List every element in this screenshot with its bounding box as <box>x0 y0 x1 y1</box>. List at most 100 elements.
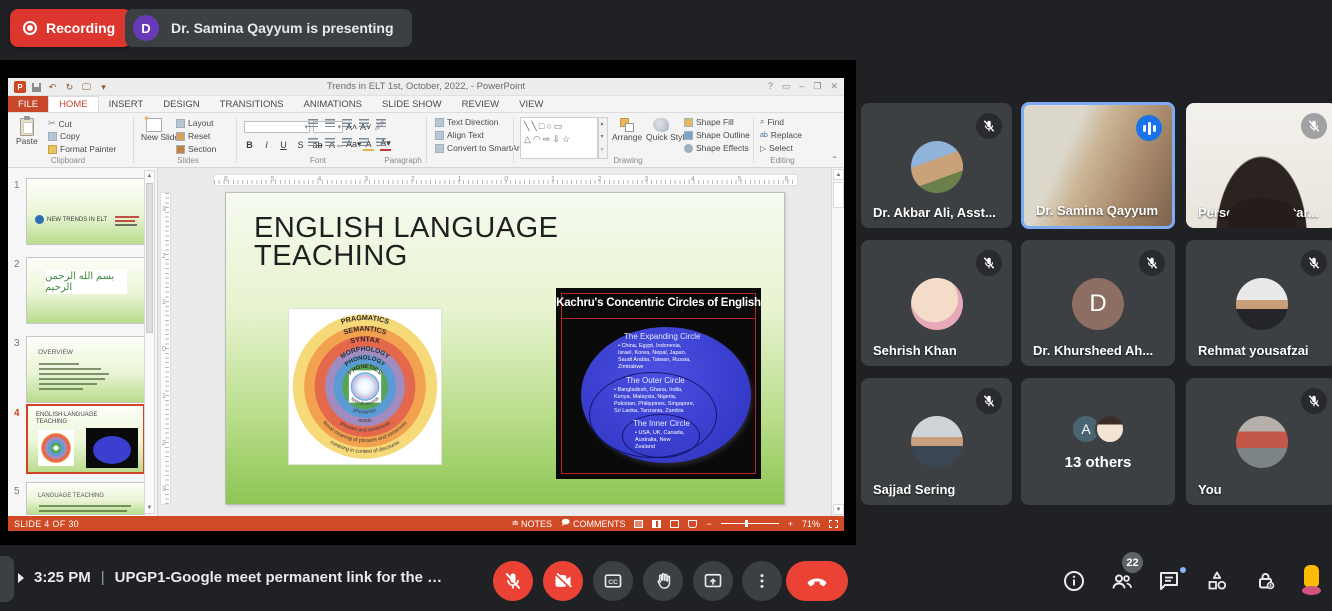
columns-icon[interactable] <box>376 138 386 146</box>
font-name-combobox[interactable] <box>244 121 310 133</box>
close-icon[interactable]: ✕ <box>830 81 838 92</box>
cut-button[interactable]: ✂Cut <box>48 118 72 129</box>
notes-button[interactable]: ≐NOTES <box>512 518 553 529</box>
section-button[interactable]: Section <box>176 144 216 154</box>
linguistics-circles-image[interactable]: PRAGMATICS SEMANTICS SYNTAX MORPHOLOGY P… <box>289 309 441 464</box>
fit-to-window-icon[interactable] <box>829 520 838 528</box>
text-direction-button[interactable]: Text Direction <box>435 117 499 127</box>
chat-button[interactable] <box>1157 569 1181 593</box>
format-painter-button[interactable]: Format Painter <box>48 144 116 154</box>
italic-button[interactable]: I <box>261 140 272 150</box>
reset-button[interactable]: Reset <box>176 131 210 141</box>
host-controls-button[interactable] <box>1254 569 1278 593</box>
participant-tile-secretary[interactable]: Personal Secretar... <box>1186 103 1332 228</box>
thumbnail-slide-5[interactable]: LANGUAGE TEACHING <box>26 482 145 515</box>
tab-transitions[interactable]: TRANSITIONS <box>210 96 294 112</box>
align-center-icon[interactable] <box>325 138 335 146</box>
slideshow-view-icon[interactable] <box>688 520 697 528</box>
tab-review[interactable]: REVIEW <box>452 96 509 112</box>
scrollbar-thumb[interactable] <box>833 182 844 208</box>
select-button[interactable]: ▷Select <box>760 143 793 153</box>
quick-styles-button[interactable]: Quick Styles <box>646 118 676 142</box>
alignment-controls[interactable] <box>308 138 386 146</box>
align-right-icon[interactable] <box>342 138 352 146</box>
restore-icon[interactable]: ❐ <box>813 81 821 92</box>
scroll-up-icon[interactable]: ▲ <box>145 171 154 181</box>
bottom-bar-handle[interactable] <box>0 556 14 602</box>
convert-smartart-button[interactable]: Convert to SmartArt <box>435 143 522 153</box>
decrease-indent-icon[interactable] <box>342 119 352 127</box>
layout-button[interactable]: Layout <box>176 118 214 128</box>
participant-tile-you[interactable]: You <box>1186 378 1332 505</box>
bullets-icon[interactable] <box>308 119 318 127</box>
shape-outline-button[interactable]: Shape Outline <box>684 130 750 140</box>
editor-scrollbar[interactable]: ▲ ▼ <box>831 168 844 516</box>
zoom-slider-handle[interactable] <box>745 520 748 527</box>
slide-title[interactable]: ENGLISH LANGUAGE TEACHING <box>254 215 559 270</box>
shapes-gallery[interactable]: ╲╲□○▭ △◠⇨⇩☆ ▴▾▿ <box>520 117 598 159</box>
kachru-circles-image[interactable]: Kachru's Concentric Circles of English T… <box>556 288 761 479</box>
ribbon-display-icon[interactable]: ▭ <box>782 81 791 92</box>
justify-icon[interactable] <box>359 138 369 146</box>
increase-indent-icon[interactable] <box>359 119 369 127</box>
camera-toggle-button[interactable] <box>543 561 583 601</box>
copy-button[interactable]: Copy <box>48 131 80 141</box>
new-slide-button[interactable]: New Slide <box>141 118 167 142</box>
zoom-slider[interactable] <box>721 523 779 524</box>
underline-button[interactable]: U <box>278 140 289 150</box>
slide-sorter-icon[interactable] <box>652 520 661 528</box>
normal-view-icon[interactable] <box>634 520 643 528</box>
slide-canvas[interactable]: ENGLISH LANGUAGE TEACHING <box>225 192 785 505</box>
zoom-out-icon[interactable]: − <box>706 519 711 529</box>
present-screen-button[interactable] <box>693 561 733 601</box>
zoom-in-icon[interactable]: + <box>788 519 793 529</box>
minimize-icon[interactable]: – <box>799 81 804 92</box>
tab-home[interactable]: HOME <box>48 96 99 112</box>
bold-button[interactable]: B <box>244 140 255 150</box>
thumbnail-slide-2[interactable]: بسم الله الرحمن الرحيم <box>26 257 145 324</box>
help-icon[interactable]: ? <box>768 81 773 92</box>
tab-insert[interactable]: INSERT <box>99 96 154 112</box>
mic-toggle-button[interactable] <box>493 561 533 601</box>
reading-view-icon[interactable] <box>670 520 679 528</box>
thumbnail-slide-1[interactable]: NEW TRENDS IN ELT <box>26 178 145 245</box>
more-options-button[interactable] <box>742 561 782 601</box>
align-text-button[interactable]: Align Text <box>435 130 484 140</box>
arrange-button[interactable]: Arrange <box>612 118 642 142</box>
tab-animations[interactable]: ANIMATIONS <box>294 96 372 112</box>
list-controls[interactable] <box>308 119 386 127</box>
ppt-window-controls[interactable]: ? ▭ – ❐ ✕ <box>768 81 838 92</box>
align-left-icon[interactable] <box>308 138 318 146</box>
line-spacing-icon[interactable] <box>376 119 386 127</box>
meeting-details-button[interactable] <box>1062 569 1086 593</box>
participant-tile-sajjad[interactable]: Sajjad Sering <box>861 378 1012 505</box>
shapes-gallery-scroll[interactable]: ▴▾▿ <box>598 117 608 159</box>
tab-slideshow[interactable]: SLIDE SHOW <box>372 96 452 112</box>
find-button[interactable]: ⌕Find <box>760 117 784 127</box>
participant-tile-khursheed[interactable]: D Dr. Khursheed Ah... <box>1021 240 1175 366</box>
captions-button[interactable]: CC <box>593 561 633 601</box>
numbering-icon[interactable] <box>325 119 335 127</box>
thumbnail-scrollbar[interactable]: ▲ ▼ <box>144 170 155 514</box>
end-call-button[interactable] <box>786 561 848 601</box>
thumbnail-slide-4-selected[interactable]: ENGLISH LANGUAGE TEACHING <box>26 404 145 474</box>
participant-tile-samina-speaking[interactable]: Dr. Samina Qayyum <box>1021 102 1175 229</box>
replace-button[interactable]: abReplace <box>760 130 802 140</box>
tab-view[interactable]: VIEW <box>509 96 553 112</box>
activities-button[interactable] <box>1205 569 1229 593</box>
shape-fill-button[interactable]: Shape Fill <box>684 117 734 127</box>
collapse-ribbon-icon[interactable]: ⌃ <box>831 155 838 164</box>
thumbnail-slide-3[interactable]: OVERVIEW <box>26 336 145 403</box>
tab-design[interactable]: DESIGN <box>153 96 209 112</box>
participant-tile-akbar[interactable]: Dr. Akbar Ali, Asst... <box>861 103 1012 228</box>
scrollbar-thumb[interactable] <box>146 183 153 333</box>
participant-tile-sehrish[interactable]: Sehrish Khan <box>861 240 1012 366</box>
scroll-up-icon[interactable]: ▲ <box>833 169 844 180</box>
tab-file[interactable]: FILE <box>8 96 48 112</box>
scroll-down-icon[interactable]: ▼ <box>145 503 154 513</box>
participant-tile-rehmat[interactable]: Rehmat yousafzai <box>1186 240 1332 366</box>
shape-effects-button[interactable]: Shape Effects <box>684 143 749 153</box>
comments-button[interactable]: 🗩COMMENTS <box>561 517 625 531</box>
participant-tile-others[interactable]: A 13 others <box>1021 378 1175 505</box>
scroll-down-icon[interactable]: ▼ <box>833 504 844 515</box>
